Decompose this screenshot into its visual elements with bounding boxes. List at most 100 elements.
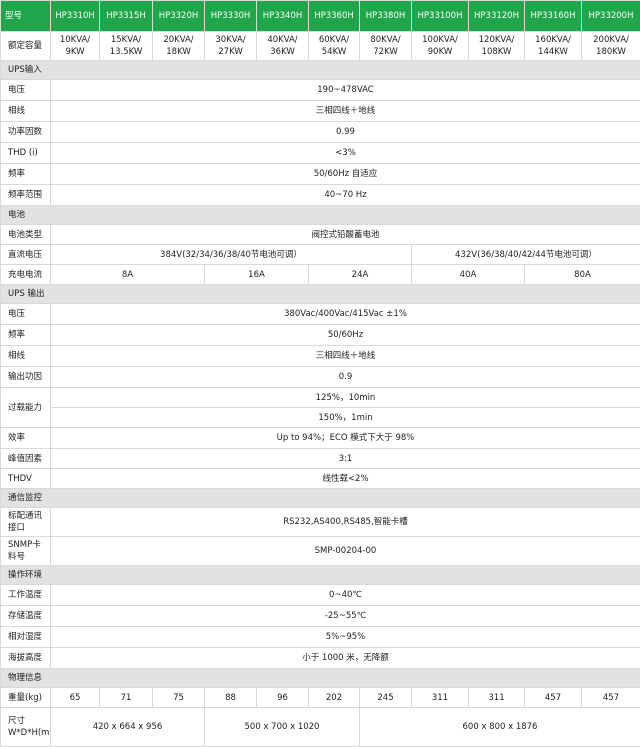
capacity-cell: 40KVA/ 36KW (257, 32, 309, 61)
row-label: 海拔高度 (1, 648, 51, 669)
spec-value: 0.99 (51, 122, 640, 143)
spec-row: THD (i)<3% (1, 143, 640, 164)
spec-row: THDV线性载<2% (1, 469, 640, 489)
spec-value: 5%~95% (51, 627, 640, 648)
spec-row: 充电电流8A16A24A40A80A (1, 265, 640, 285)
spec-row: 存储温度-25~55℃ (1, 606, 640, 627)
spec-row: 海拔高度小于 1000 米，无降额 (1, 648, 640, 669)
spec-value: 3:1 (51, 449, 640, 469)
capacity-cell: 200KVA/ 180KW (582, 32, 640, 61)
section-title: 电池 (1, 206, 640, 225)
row-label: 电压 (1, 304, 51, 325)
model-header: HP3320H (153, 1, 205, 32)
size-cell: 500 x 700 x 1020 (205, 708, 360, 747)
spec-value: 80A (525, 265, 640, 285)
spec-row: 相对湿度5%~95% (1, 627, 640, 648)
weight-cell: 96 (257, 688, 309, 708)
weight-row: 重量(kg) 65 71 75 88 96 202 245 311 311 45… (1, 688, 640, 708)
row-label: 输出功因 (1, 367, 51, 388)
model-header: HP3380H (360, 1, 412, 32)
spec-row: 直流电压384V(32/34/36/38/40节电池可调）432V(36/38/… (1, 245, 640, 265)
row-label: 频率 (1, 164, 51, 185)
weight-cell: 457 (525, 688, 582, 708)
spec-row: 电池类型阀控式铅酸蓄电池 (1, 225, 640, 245)
spec-row: 电压380Vac/400Vac/415Vac ±1% (1, 304, 640, 325)
row-label: 过载能力 (1, 388, 51, 428)
spec-value: 432V(36/38/40/42/44节电池可调） (412, 245, 640, 265)
spec-row: 标配通讯接口RS232,AS400,RS485,智能卡槽 (1, 508, 640, 537)
spec-row: 功率因数0.99 (1, 122, 640, 143)
header-row: 型号 HP3310H HP3315H HP3320H HP3330H HP334… (1, 1, 640, 32)
row-label: 频率 (1, 325, 51, 346)
model-header-label: 型号 (1, 1, 51, 32)
spec-value: 8A (51, 265, 205, 285)
spec-row: 相线三相四线＋地线 (1, 346, 640, 367)
section-title: 操作环境 (1, 566, 640, 585)
section-ups-output: UPS 输出 (1, 285, 640, 304)
model-header: HP33100H (412, 1, 469, 32)
section-env: 操作环境 (1, 566, 640, 585)
spec-row: 峰值因素3:1 (1, 449, 640, 469)
spec-row: 过载能力125%，10min (1, 388, 640, 408)
capacity-cell: 20KVA/ 18KW (153, 32, 205, 61)
spec-value: -25~55℃ (51, 606, 640, 627)
section-physical: 物理信息 (1, 669, 640, 688)
row-label: 频率范围 (1, 185, 51, 206)
model-header: HP3340H (257, 1, 309, 32)
row-label: 相线 (1, 101, 51, 122)
spec-value: SMP-00204-00 (51, 537, 640, 566)
row-label: 充电电流 (1, 265, 51, 285)
model-header: HP3330H (205, 1, 257, 32)
spec-value: 三相四线＋地线 (51, 101, 640, 122)
row-label: 效率 (1, 428, 51, 449)
spec-value: 三相四线＋地线 (51, 346, 640, 367)
model-header: HP33160H (525, 1, 582, 32)
row-label: THDV (1, 469, 51, 489)
spec-value: 50/60Hz 自适应 (51, 164, 640, 185)
weight-cell: 311 (412, 688, 469, 708)
row-label: 额定容量 (1, 32, 51, 61)
spec-table: 型号 HP3310H HP3315H HP3320H HP3330H HP334… (0, 0, 640, 747)
spec-value: 0~40℃ (51, 585, 640, 606)
row-label: THD (i) (1, 143, 51, 164)
row-label: 工作温度 (1, 585, 51, 606)
spec-value: 0.9 (51, 367, 640, 388)
section-title: 物理信息 (1, 669, 640, 688)
spec-value: 50/60Hz (51, 325, 640, 346)
rated-capacity-row: 额定容量 10KVA/ 9KW 15KVA/ 13.5KW 20KVA/ 18K… (1, 32, 640, 61)
section-ups-input: UPS输入 (1, 61, 640, 80)
spec-value: Up to 94%；ECO 模式下大于 98% (51, 428, 640, 449)
spec-row: 工作温度0~40℃ (1, 585, 640, 606)
row-label: 相线 (1, 346, 51, 367)
spec-value: 线性载<2% (51, 469, 640, 489)
spec-row: 频率50/60Hz 自适应 (1, 164, 640, 185)
spec-value: RS232,AS400,RS485,智能卡槽 (51, 508, 640, 537)
model-header: HP3310H (51, 1, 100, 32)
spec-value: 190~478VAC (51, 80, 640, 101)
weight-cell: 88 (205, 688, 257, 708)
model-header: HP3315H (100, 1, 153, 32)
capacity-cell: 160KVA/ 144KW (525, 32, 582, 61)
spec-row: 输出功因0.9 (1, 367, 640, 388)
row-label: SNMP卡料号 (1, 537, 51, 566)
spec-row: 相线三相四线＋地线 (1, 101, 640, 122)
section-battery: 电池 (1, 206, 640, 225)
spec-value: 40A (412, 265, 525, 285)
spec-row: 频率50/60Hz (1, 325, 640, 346)
section-title: UPS输入 (1, 61, 640, 80)
weight-cell: 71 (100, 688, 153, 708)
weight-cell: 75 (153, 688, 205, 708)
model-header: HP33120H (469, 1, 525, 32)
weight-cell: 457 (582, 688, 640, 708)
spec-value: 24A (309, 265, 412, 285)
size-cell: 600 x 800 x 1876 (360, 708, 640, 747)
row-label: 功率因数 (1, 122, 51, 143)
weight-cell: 311 (469, 688, 525, 708)
capacity-cell: 15KVA/ 13.5KW (100, 32, 153, 61)
weight-cell: 65 (51, 688, 100, 708)
spec-value: 小于 1000 米，无降额 (51, 648, 640, 669)
capacity-cell: 60KVA/ 54KW (309, 32, 360, 61)
section-title: UPS 输出 (1, 285, 640, 304)
size-row: 尺寸W*D*H(mm) 420 x 664 x 956 500 x 700 x … (1, 708, 640, 747)
spec-value: 40~70 Hz (51, 185, 640, 206)
